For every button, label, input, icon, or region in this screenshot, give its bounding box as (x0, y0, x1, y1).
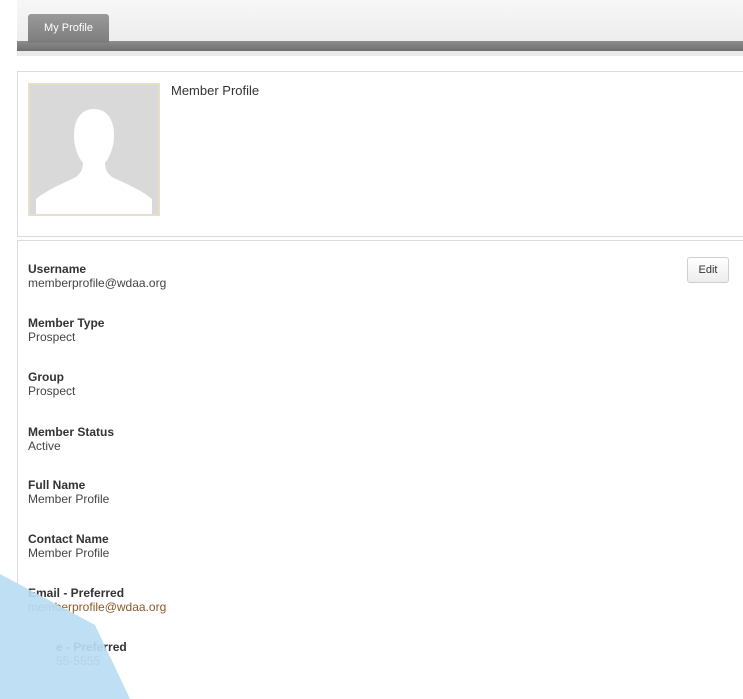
field-member-status: Member Status Active (28, 425, 428, 453)
tab-my-profile[interactable]: My Profile (28, 14, 109, 43)
avatar (28, 83, 160, 216)
field-label: Contact Name (28, 532, 109, 546)
field-full-name: Full Name Member Profile (28, 478, 428, 506)
field-label: Username (28, 262, 87, 276)
field-label: Member Status (28, 425, 115, 439)
person-silhouette-icon (30, 85, 158, 214)
field-username: Username memberprofile@wdaa.org (28, 262, 428, 290)
field-contact-name: Contact Name Member Profile (28, 532, 428, 560)
profile-page: My Profile Member Profile Edit Username … (0, 0, 743, 699)
field-value: Active (28, 439, 61, 453)
tab-bar-underline (17, 41, 743, 51)
field-value: Prospect (28, 330, 76, 344)
profile-header-card: Member Profile (17, 71, 743, 237)
field-label: e - Preferred (56, 640, 127, 654)
phone-link[interactable]: 55-5555 (28, 654, 428, 668)
field-value: memberprofile@wdaa.org (28, 276, 167, 290)
field-value: Member Profile (28, 492, 110, 506)
field-email-preferred: Email - Preferred memberprofile@wdaa.org (28, 586, 428, 614)
profile-name: Member Profile (171, 83, 260, 98)
field-member-type: Member Type Prospect (28, 316, 428, 344)
field-group: Group Prospect (28, 370, 428, 398)
profile-details-card: Edit Username memberprofile@wdaa.org Mem… (17, 240, 743, 699)
field-label: Email - Preferred (28, 586, 125, 600)
field-value: Prospect (28, 384, 76, 398)
field-label: Full Name (28, 478, 86, 492)
field-label: Group (28, 370, 64, 384)
field-value: Member Profile (28, 546, 110, 560)
field-phone-preferred: e - Preferred 55-5555 (28, 640, 428, 668)
field-label: Member Type (28, 316, 105, 330)
edit-button[interactable]: Edit (687, 257, 729, 283)
email-link[interactable]: memberprofile@wdaa.org (28, 600, 428, 614)
